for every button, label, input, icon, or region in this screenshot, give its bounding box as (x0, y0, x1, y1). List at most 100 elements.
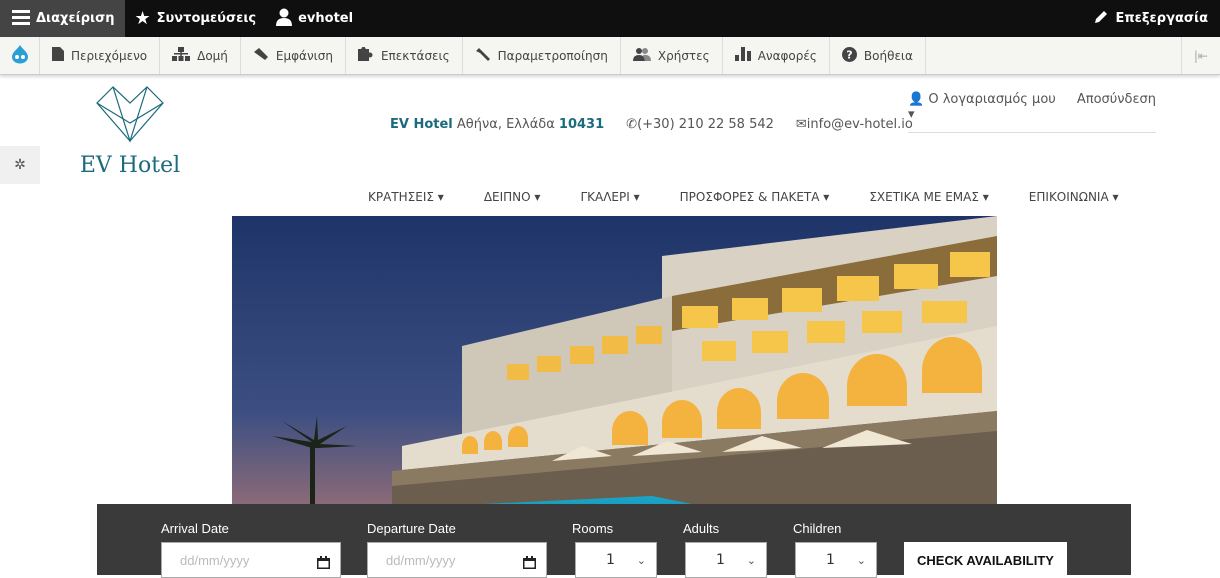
chevron-down-icon: ⌄ (636, 553, 646, 567)
tray-item-label: Δομή (197, 48, 228, 63)
tray-item-label: Χρήστες (657, 48, 710, 63)
shortcuts-tab-label: Συντομεύσεις (156, 11, 257, 26)
email-address: info@ev-hotel.io (806, 117, 913, 132)
tray-item-structure[interactable]: Δομή (160, 37, 241, 74)
rooms-value: 1 (606, 552, 615, 568)
children-value: 1 (826, 552, 835, 568)
departure-date-input[interactable]: dd/mm/yyyy (367, 542, 547, 578)
nav-label: ΕΠΙΚΟΙΝΩΝΙΑ (1028, 190, 1109, 204)
file-icon (52, 47, 64, 64)
tray-item-configuration[interactable]: Παραμετροποίηση (463, 37, 621, 74)
drupal-home-link[interactable] (0, 37, 40, 74)
tray-item-content[interactable]: Περιεχόμενο (40, 37, 161, 74)
calendar-icon (523, 556, 536, 572)
manage-tab-label: Διαχείριση (36, 11, 115, 26)
nav-item-about[interactable]: ΣΧΕΤΙΚΑ ΜΕ ΕΜΑΣ ▾ (869, 190, 988, 204)
tool-tray: Περιεχόμενο Δομή Εμφάνιση Επεκτάσεις Παρ… (0, 37, 1220, 75)
wrench-icon (475, 47, 491, 64)
tray-collapse-button[interactable]: |⇤ (1180, 37, 1220, 74)
chevron-down-icon: ▾ (534, 190, 541, 204)
chevron-down-icon: ⌄ (856, 553, 866, 567)
nav-item-offers[interactable]: ΠΡΟΣΦΟΡΕΣ & ΠΑΚΕΤΑ ▾ (680, 190, 830, 204)
nav-label: ΔΕΙΠΝΟ (483, 190, 531, 204)
manage-tab[interactable]: Διαχείριση (0, 0, 125, 37)
tray-item-appearance[interactable]: Εμφάνιση (241, 37, 346, 74)
nav-label: ΣΧΕΤΙΚΑ ΜΕ ΕΜΑΣ (869, 190, 979, 204)
envelope-icon: ✉ (795, 117, 807, 132)
sitemap-icon (172, 47, 191, 64)
children-select[interactable]: 1 ⌄ (795, 542, 877, 578)
drupal-drop-icon (11, 44, 29, 67)
tray-item-people[interactable]: Χρήστες (621, 37, 723, 74)
user-tab[interactable]: evhotel (266, 0, 363, 37)
nav-item-dining[interactable]: ΔΕΙΠΝΟ ▾ (484, 190, 541, 204)
chevron-down-icon: ▾ (908, 107, 915, 122)
adults-select[interactable]: 1 ⌄ (685, 542, 767, 578)
nav-label: ΚΡΑΤΗΣΕΙΣ (368, 190, 434, 204)
tray-item-label: Βοήθεια (863, 48, 913, 63)
departure-date-placeholder: dd/mm/yyyy (386, 552, 456, 568)
edit-tab-label: Επεξεργασία (1115, 11, 1208, 26)
contact-email[interactable]: ✉info@ev-hotel.io (796, 117, 913, 132)
contact-address: EV Hotel Αθήνα, Ελλάδα 10431 (390, 117, 604, 132)
edit-tab[interactable]: Επεξεργασία (1083, 0, 1220, 37)
users-icon (632, 47, 651, 64)
nav-label: ΓΚΑΛΕΡΙ (580, 190, 630, 204)
chevron-down-icon: ▾ (633, 190, 640, 204)
bar-chart-icon (734, 47, 751, 64)
nav-item-gallery[interactable]: ΓΚΑΛΕΡΙ ▾ (580, 190, 639, 204)
admin-toolbar: Διαχείριση ★ Συντομεύσεις evhotel Επεξερ… (0, 0, 1220, 37)
adults-value: 1 (716, 552, 725, 568)
departure-date-label: Departure Date (367, 521, 456, 536)
account-links: 👤 Ο λογαριασμός μου ▾ Αποσύνδεση (908, 92, 1156, 133)
hamburger-icon (12, 9, 30, 29)
contact-brand: EV Hotel (390, 117, 453, 132)
tray-item-label: Επεκτάσεις (380, 48, 450, 63)
phone-number: (+30) 210 22 58 542 (637, 117, 774, 132)
settings-gear-button[interactable]: ✲ (0, 146, 40, 184)
shortcuts-tab[interactable]: ★ Συντομεύσεις (125, 0, 267, 37)
adults-label: Adults (683, 521, 720, 536)
phone-icon: ✆ (626, 117, 638, 132)
gear-icon: ✲ (14, 157, 26, 173)
chevron-down-icon: ▾ (437, 190, 444, 204)
check-availability-button[interactable]: CHECK AVAILABILITY (904, 542, 1067, 578)
tray-item-extend[interactable]: Επεκτάσεις (346, 37, 463, 74)
booking-form: Arrival Date dd/mm/yyyy Departure Date d… (97, 504, 1131, 578)
tray-item-label: Αναφορές (757, 48, 817, 63)
nav-item-reservations[interactable]: ΚΡΑΤΗΣΕΙΣ ▾ (368, 190, 444, 204)
contact-city: Αθήνα, Ελλάδα (456, 117, 555, 132)
nav-label: ΠΡΟΣΦΟΡΕΣ & ΠΑΚΕΤΑ (679, 190, 820, 204)
rooms-select[interactable]: 1 ⌄ (575, 542, 657, 578)
my-account-link[interactable]: 👤 Ο λογαριασμός μου ▾ (908, 92, 1063, 122)
user-tab-label: evhotel (298, 11, 354, 26)
tray-item-label: Εμφάνιση (275, 48, 333, 63)
brush-icon (253, 47, 269, 64)
tray-item-label: Περιεχόμενο (71, 48, 148, 63)
nav-item-contact[interactable]: ΕΠΙΚΟΙΝΩΝΙΑ ▾ (1029, 190, 1119, 204)
help-icon: ? (841, 46, 857, 65)
tray-item-reports[interactable]: Αναφορές (723, 37, 830, 74)
tray-item-help[interactable]: ? Βοήθεια (830, 37, 926, 74)
user-icon: 👤 (908, 92, 925, 107)
rooms-label: Rooms (572, 521, 614, 536)
arrival-date-input[interactable]: dd/mm/yyyy (161, 542, 341, 578)
user-icon (276, 8, 293, 30)
star-icon: ★ (134, 8, 151, 29)
tray-item-label: Παραμετροποίηση (497, 48, 608, 63)
logo-text: EV Hotel (79, 153, 181, 178)
chevron-down-icon: ▾ (823, 190, 830, 204)
pencil-icon (1093, 9, 1109, 29)
arrival-date-placeholder: dd/mm/yyyy (180, 552, 250, 568)
collapse-left-icon: |⇤ (1193, 48, 1208, 63)
contact-zip: 10431 (558, 117, 605, 132)
logout-link[interactable]: Αποσύνδεση (1077, 92, 1156, 122)
site-logo[interactable]: EV Hotel (70, 83, 190, 178)
diamond-logo-icon (96, 86, 164, 143)
main-navigation: ΚΡΑΤΗΣΕΙΣ ▾ ΔΕΙΠΝΟ ▾ ΓΚΑΛΕΡΙ ▾ ΠΡΟΣΦΟΡΕΣ… (368, 190, 1119, 204)
contact-phone[interactable]: ✆(+30) 210 22 58 542 (626, 117, 774, 132)
calendar-icon (317, 556, 330, 572)
chevron-down-icon: ▾ (982, 190, 989, 204)
children-label: Children (793, 521, 842, 536)
arrival-date-label: Arrival Date (161, 521, 229, 536)
